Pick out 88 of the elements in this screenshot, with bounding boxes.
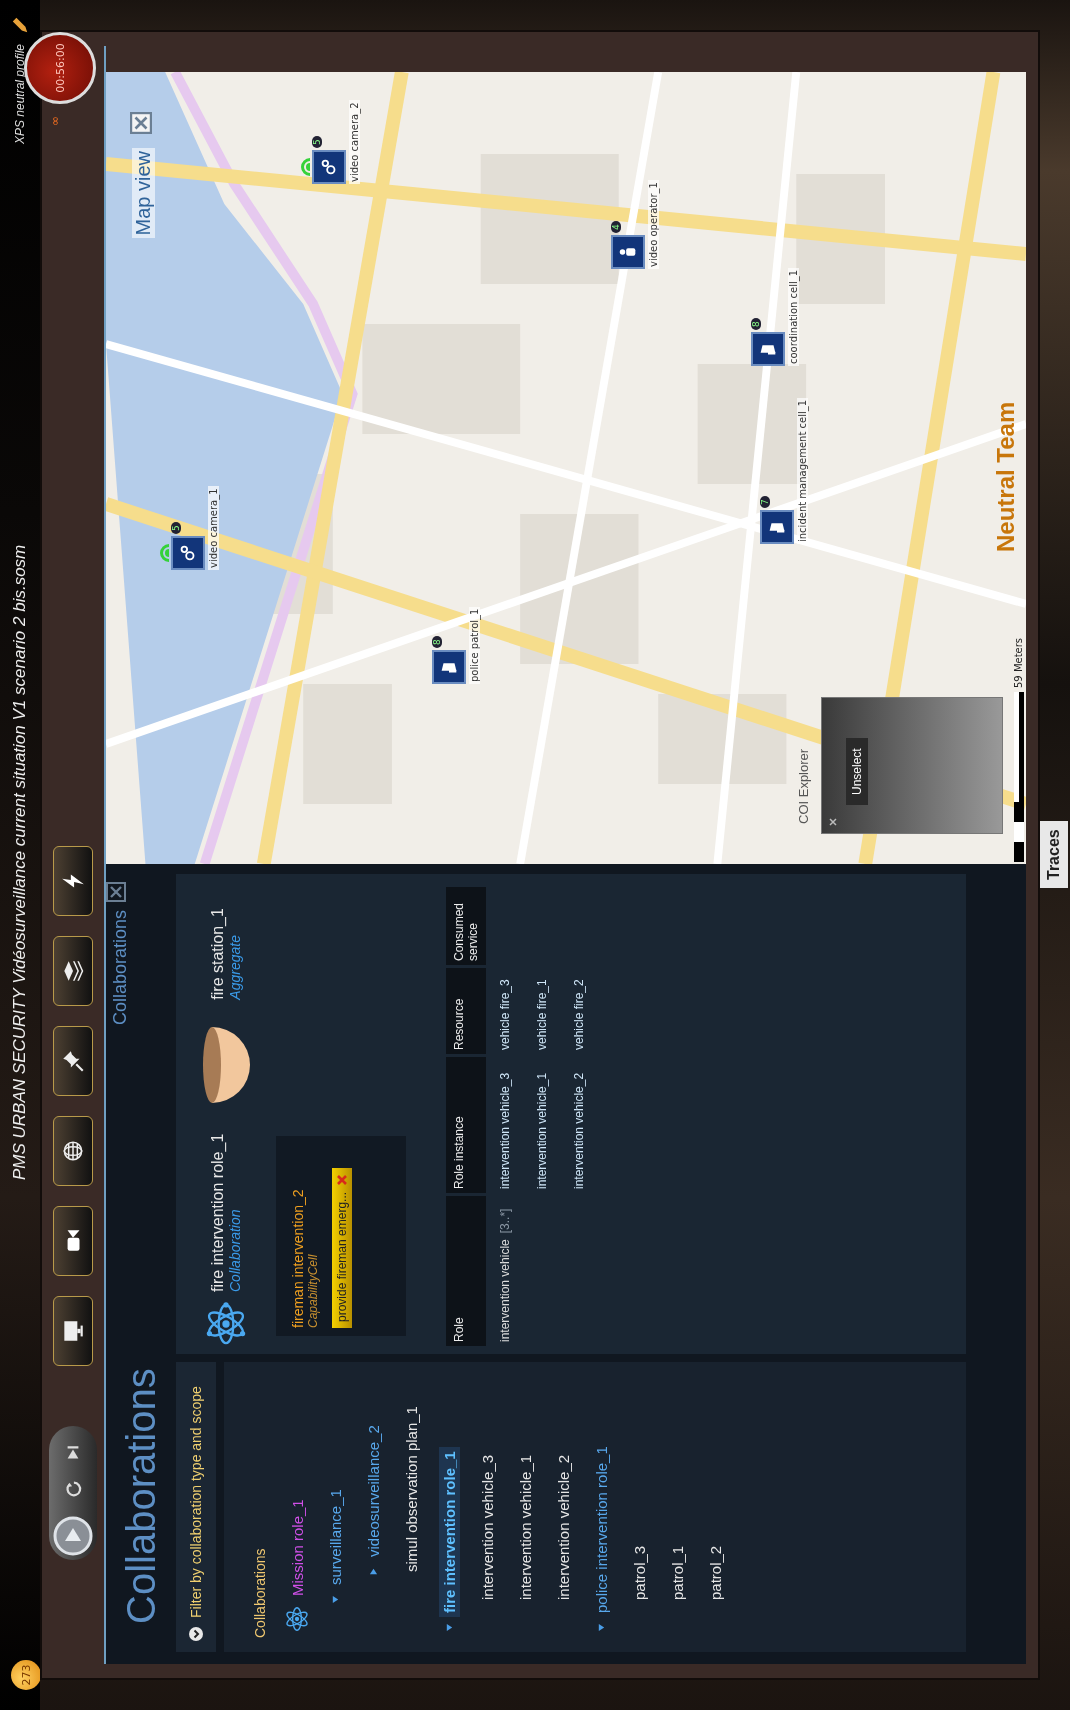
camera-marker[interactable]	[312, 150, 346, 184]
marker-count: 5	[171, 522, 181, 534]
collaboration-name: fire intervention role_1	[209, 1133, 227, 1292]
collaboration-type: Collaboration	[227, 1208, 243, 1292]
pin-tool-button[interactable]	[53, 1026, 93, 1096]
tree-item[interactable]: simul observation plan_1	[400, 1402, 422, 1576]
count-badge: 273	[11, 1660, 41, 1690]
unselect-button[interactable]: Unselect	[846, 738, 868, 805]
play-icon[interactable]	[53, 1516, 93, 1556]
table-cell-text: intervention vehicle_3	[497, 1071, 512, 1191]
pane-heading: Collaborations	[118, 1368, 164, 1624]
pencil-icon[interactable]	[11, 16, 29, 34]
column-header[interactable]: Role	[446, 1196, 486, 1346]
marker-count: 8	[751, 318, 761, 330]
window-title: PMS URBAN SECURITY Vidéosurveillance current situation V1 scenario 2 bis.sosm	[10, 544, 30, 1180]
layers-tool-button[interactable]	[53, 936, 93, 1006]
tree-item[interactable]: patrol_3	[628, 1541, 650, 1604]
pane-label: Collaborations	[110, 910, 131, 1026]
refresh-icon[interactable]	[64, 1480, 82, 1498]
marker-label: video camera_2	[349, 100, 360, 184]
tree-item[interactable]: patrol_2	[704, 1541, 726, 1604]
marker-label: video operator_1	[648, 180, 659, 269]
scale-label: 59 Meters	[1013, 637, 1024, 688]
tree-item[interactable]: intervention vehicle_2	[552, 1450, 574, 1604]
marker-count: 7	[760, 496, 770, 508]
unit-marker[interactable]	[751, 332, 785, 366]
table-cell-text: vehicle fire_1	[534, 978, 549, 1052]
unit-marker[interactable]	[432, 650, 466, 684]
marker-count: 8	[432, 636, 442, 648]
camera-marker[interactable]	[171, 536, 205, 570]
tree-item[interactable]: Mission role_1	[286, 1495, 308, 1600]
tree-item[interactable]: fire intervention role_1	[438, 1447, 460, 1617]
table-cell-text: vehicle fire_2	[571, 978, 586, 1052]
column-header[interactable]: Resource	[446, 968, 486, 1054]
table-cell-text: intervention vehicle_1	[534, 1071, 549, 1191]
loop-symbol: ∞	[48, 116, 62, 126]
globe-tool-button[interactable]	[53, 1116, 93, 1186]
chevron-icon	[188, 1626, 204, 1642]
close-icon[interactable]	[828, 817, 838, 827]
panel-title: COI Explorer	[796, 748, 811, 824]
tree-item[interactable]: patrol_1	[666, 1541, 688, 1604]
tree-item[interactable]: police intervention role_1	[590, 1442, 612, 1617]
traces-tab[interactable]: Traces	[1040, 821, 1068, 888]
person-marker[interactable]	[611, 235, 645, 269]
table-cell: intervention vehicle	[497, 1239, 512, 1342]
monitor-tool-button[interactable]	[53, 1296, 93, 1366]
tree-item[interactable]: intervention vehicle_3	[476, 1450, 498, 1604]
filter-bar[interactable]: Filter by collaboration type and scope	[176, 1362, 216, 1652]
unit-marker[interactable]	[760, 510, 794, 544]
multiplicity-text: [3..*]	[497, 1208, 512, 1234]
team-label: Neutral Team	[992, 401, 1020, 552]
filter-label: Filter by collaboration type and scope	[188, 1386, 204, 1618]
bolt-tool-button[interactable]	[53, 846, 93, 916]
expand-arrow-icon[interactable]	[368, 1567, 378, 1576]
marker-label: police patrol_1	[469, 606, 480, 684]
profile-name: XPS neutral profile	[13, 44, 27, 145]
atom-icon	[204, 1302, 248, 1346]
aggregate-name: fire station_1	[209, 908, 227, 1000]
tree-item[interactable]: videosurveillance_2	[362, 1421, 384, 1561]
capability-cell-name: fireman intervention_2	[290, 1188, 306, 1328]
remove-icon[interactable]	[336, 1173, 348, 1186]
tree-item[interactable]: surveillance_1	[324, 1485, 346, 1589]
capability-cell-type: CapabilityCell	[306, 1253, 320, 1328]
collapse-arrow-icon[interactable]	[444, 1623, 454, 1632]
camera-tool-button[interactable]	[53, 1206, 93, 1276]
close-icon[interactable]	[130, 112, 152, 134]
signal-icon	[301, 158, 310, 176]
service-tag[interactable]: provide fireman emerg...	[332, 1167, 352, 1328]
aggregate-type: Aggregate	[227, 934, 243, 1000]
marker-label: video camera_1	[208, 486, 219, 570]
tree-item[interactable]: intervention vehicle_1	[514, 1450, 536, 1604]
service-label: provide fireman emerg...	[335, 1191, 349, 1322]
table-cell-text: vehicle fire_3	[497, 978, 512, 1052]
timer-text: 00:56:00	[53, 43, 67, 93]
collapse-arrow-icon[interactable]	[596, 1623, 606, 1632]
marker-count: 4	[611, 221, 621, 233]
column-header[interactable]: Role instance	[446, 1057, 486, 1193]
table-cell-text: intervention vehicle_2	[571, 1071, 586, 1191]
collapse-arrow-icon[interactable]	[330, 1595, 340, 1604]
column-header[interactable]: Consumed service	[446, 887, 486, 965]
atom-icon	[284, 1606, 310, 1632]
marker-count: 5	[312, 136, 322, 148]
marker-label: coordination cell_1	[788, 267, 799, 366]
map-title: Map view	[132, 148, 155, 239]
marker-label: incident management cell_1	[797, 397, 808, 544]
close-icon[interactable]	[106, 882, 126, 902]
tree-title: Collaborations	[252, 1547, 268, 1640]
signal-icon	[160, 544, 169, 562]
